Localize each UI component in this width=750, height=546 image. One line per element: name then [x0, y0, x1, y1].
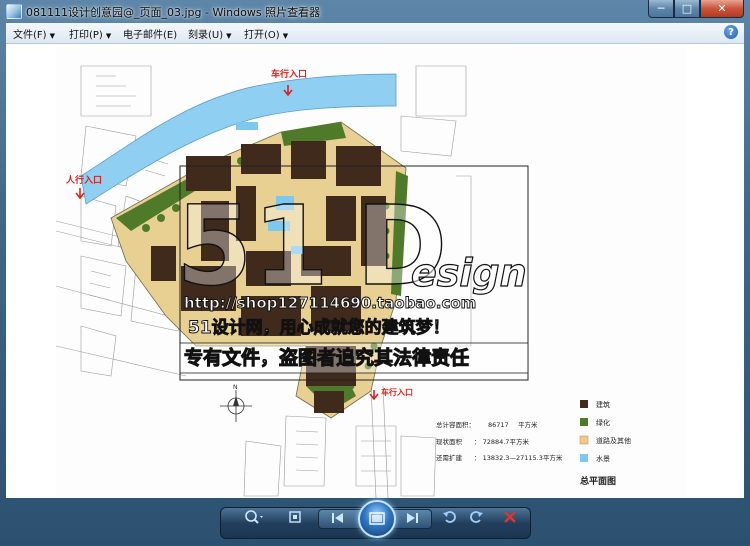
legend-swatch-roads	[579, 435, 589, 445]
stat-existing-label: 现状面积	[436, 437, 463, 446]
image-viewport[interactable]: 车行入口 人行入口 车行入口 N 51 D esign http://shop1…	[6, 44, 744, 498]
menu-burn-label: 刻录(U)	[188, 30, 224, 41]
menu-open-label: 打开(O)	[244, 30, 280, 41]
delete-button[interactable]	[500, 506, 520, 528]
menu-file-label: 文件(F)	[13, 30, 47, 41]
legend-label-water: 水景	[596, 454, 610, 463]
minimize-button[interactable]: ─	[648, 0, 674, 18]
legend-swatch-greenery	[580, 418, 588, 426]
rotate-counterclockwise-icon	[443, 511, 456, 523]
rotate-counterclockwise-button[interactable]	[440, 506, 460, 528]
site-plan-image: 车行入口 人行入口 车行入口 N 51 D esign http://shop1…	[56, 46, 686, 498]
watermark-url: http://shop127114690.taobao.com	[184, 294, 476, 312]
close-button[interactable]: ✕	[700, 0, 744, 18]
legend-swatch-water	[580, 454, 588, 462]
menu-email[interactable]: 电子邮件(E)	[123, 26, 177, 41]
photo-viewer-app-icon	[6, 4, 22, 19]
previous-icon	[332, 513, 343, 523]
pedestrian-entrance-label: 人行入口	[65, 174, 102, 186]
stat-total-unit: 平方米	[518, 420, 538, 429]
rotate-clockwise-button[interactable]	[466, 506, 486, 528]
legend-label-greenery: 绿化	[596, 418, 610, 427]
chevron-down-icon: ▼	[49, 32, 55, 40]
legend-label-roads: 道路及其他	[596, 436, 631, 445]
maximize-button[interactable]: □	[674, 0, 700, 18]
menu-file[interactable]: 文件(F) ▼	[13, 26, 55, 41]
slideshow-icon	[369, 512, 385, 525]
watermark-esign: esign	[411, 251, 527, 295]
previous-button[interactable]	[326, 509, 350, 527]
menu-burn[interactable]: 刻录(U) ▼	[188, 26, 232, 41]
window-controls: ─ □ ✕	[648, 0, 744, 18]
chevron-down-icon: ▼	[105, 32, 112, 40]
vehicle-entrance-top-label: 车行入口	[271, 68, 307, 80]
stat-expansion-value: ： 13832.3—27115.3平方米	[474, 453, 563, 462]
vehicle-entrance-bottom-label: 车行入口	[381, 387, 413, 397]
stat-expansion-label: 还需扩建	[436, 453, 463, 462]
stat-existing-value: ： 72884.7平方米	[474, 437, 529, 446]
menu-bar: 文件(F) ▼ 打印(P) ▼ 电子邮件(E) 刻录(U) ▼ 打开(O) ▼ ?	[6, 23, 744, 44]
zoom-button[interactable]	[240, 506, 268, 528]
north-label: N	[233, 384, 238, 391]
rotate-clockwise-icon	[470, 511, 483, 523]
window-frame: 081111设计创意园@_页面_03.jpg - Windows 照片查看器 ─…	[0, 0, 750, 546]
watermark-warning: 专有文件，盗图者追究其法律责任	[184, 346, 469, 369]
window-title: 081111设计创意园@_页面_03.jpg - Windows 照片查看器	[26, 6, 321, 19]
plan-caption: 总平面图	[580, 475, 616, 487]
chevron-down-icon: ▼	[282, 32, 289, 40]
menu-print[interactable]: 打印(P) ▼	[69, 26, 111, 41]
delete-icon	[504, 511, 516, 523]
zoom-icon	[245, 510, 263, 524]
help-icon[interactable]: ?	[724, 25, 738, 39]
watermark-slogan: 51设计网，用心成就您的建筑梦！	[188, 317, 450, 338]
next-icon	[407, 513, 418, 523]
legend-label-building: 建筑	[596, 400, 610, 409]
legend-swatch-building	[580, 400, 588, 408]
watermark-51: 51	[176, 182, 329, 310]
chevron-down-icon: ▼	[226, 32, 232, 40]
menu-print-label: 打印(P)	[69, 30, 103, 41]
next-button[interactable]	[400, 509, 424, 527]
menu-open[interactable]: 打开(O) ▼	[244, 26, 288, 41]
menu-email-label: 电子邮件(E)	[123, 30, 178, 41]
stat-total-value: 86717	[488, 421, 509, 429]
slideshow-button[interactable]	[358, 500, 396, 538]
stat-total-label: 总计容面积：	[436, 420, 475, 429]
actual-size-icon	[289, 511, 301, 523]
title-bar[interactable]: 081111设计创意园@_页面_03.jpg - Windows 照片查看器 ─…	[0, 0, 750, 22]
actual-size-button[interactable]	[284, 506, 306, 528]
site-plan-drawing: 车行入口 人行入口 车行入口 N 51 D esign http://shop1…	[56, 46, 686, 498]
